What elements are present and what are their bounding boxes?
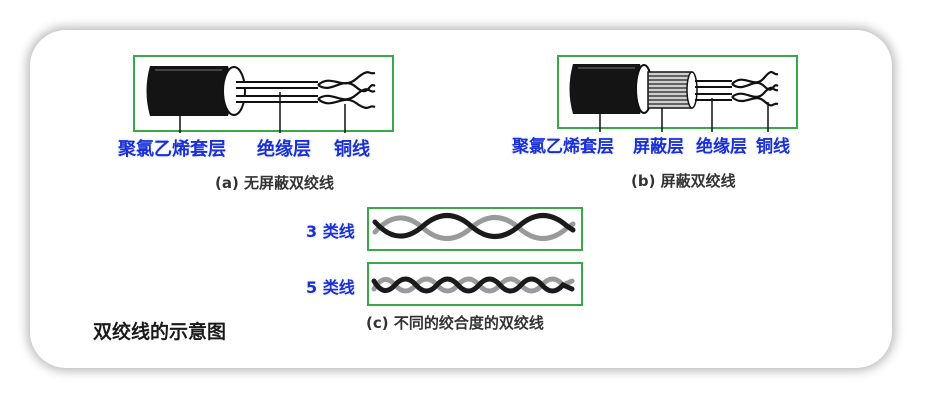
caption-twist-density: (c) 不同的绞合度的双绞线 — [366, 314, 544, 332]
page-title: 双绞线的示意图 — [93, 321, 227, 343]
